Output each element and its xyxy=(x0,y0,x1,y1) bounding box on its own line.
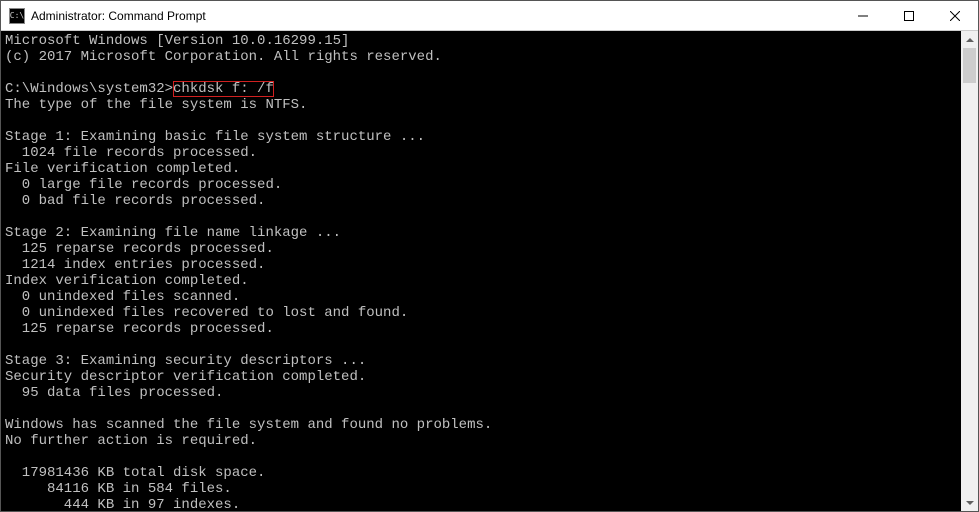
window-title: Administrator: Command Prompt xyxy=(31,9,840,23)
chevron-down-icon xyxy=(966,501,974,505)
scroll-track[interactable] xyxy=(961,48,978,494)
vertical-scrollbar[interactable] xyxy=(961,31,978,511)
line: 0 unindexed files scanned. xyxy=(5,289,240,305)
close-icon xyxy=(950,11,960,21)
line: 1024 file records processed. xyxy=(5,145,257,161)
prompt: C:\Windows\system32> xyxy=(5,81,173,97)
line: 17981436 KB total disk space. xyxy=(5,465,265,481)
line: File verification completed. xyxy=(5,161,240,177)
line: 0 unindexed files recovered to lost and … xyxy=(5,305,408,321)
maximize-button[interactable] xyxy=(886,1,932,30)
line: The type of the file system is NTFS. xyxy=(5,97,307,113)
line: Security descriptor verification complet… xyxy=(5,369,366,385)
cmd-icon: C:\ xyxy=(9,8,25,24)
line: 125 reparse records processed. xyxy=(5,321,274,337)
line: Stage 2: Examining file name linkage ... xyxy=(5,225,341,241)
maximize-icon xyxy=(904,11,914,21)
line: 444 KB in 97 indexes. xyxy=(5,497,240,511)
minimize-icon xyxy=(858,11,868,21)
scroll-thumb[interactable] xyxy=(963,48,976,83)
scroll-up-button[interactable] xyxy=(961,31,978,48)
window-controls xyxy=(840,1,978,30)
titlebar[interactable]: C:\ Administrator: Command Prompt xyxy=(1,1,978,31)
line: Windows has scanned the file system and … xyxy=(5,417,492,433)
line: Microsoft Windows [Version 10.0.16299.15… xyxy=(5,33,349,49)
line: Index verification completed. xyxy=(5,273,249,289)
line: 125 reparse records processed. xyxy=(5,241,274,257)
line: 0 large file records processed. xyxy=(5,177,282,193)
minimize-button[interactable] xyxy=(840,1,886,30)
line: 95 data files processed. xyxy=(5,385,223,401)
line: No further action is required. xyxy=(5,433,257,449)
scroll-down-button[interactable] xyxy=(961,494,978,511)
line: (c) 2017 Microsoft Corporation. All righ… xyxy=(5,49,442,65)
line: Stage 3: Examining security descriptors … xyxy=(5,353,366,369)
close-button[interactable] xyxy=(932,1,978,30)
terminal-output[interactable]: Microsoft Windows [Version 10.0.16299.15… xyxy=(1,31,961,511)
line: 0 bad file records processed. xyxy=(5,193,265,209)
command-highlight: chkdsk f: /f xyxy=(173,81,274,97)
line: 1214 index entries processed. xyxy=(5,257,265,273)
terminal-area: Microsoft Windows [Version 10.0.16299.15… xyxy=(1,31,978,511)
line: Stage 1: Examining basic file system str… xyxy=(5,129,425,145)
line: 84116 KB in 584 files. xyxy=(5,481,232,497)
chevron-up-icon xyxy=(966,38,974,42)
